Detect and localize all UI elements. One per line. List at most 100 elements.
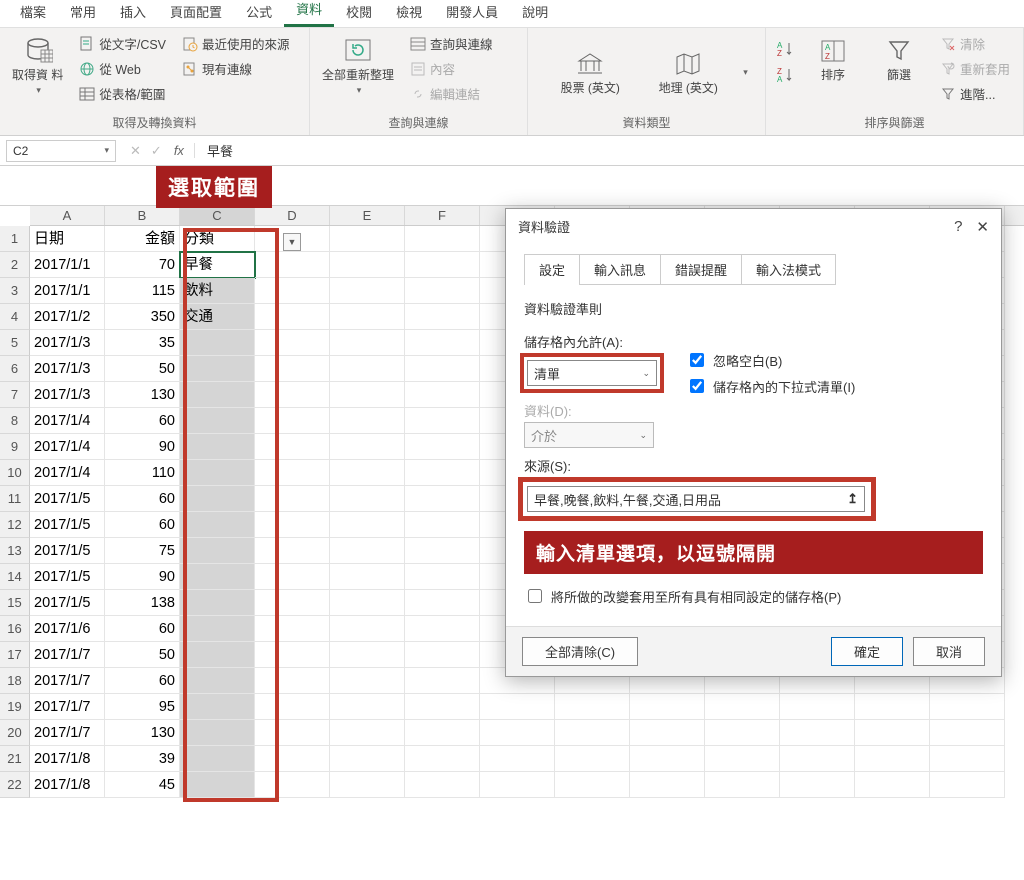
row-header[interactable]: 9 — [0, 434, 30, 460]
cell[interactable] — [255, 408, 330, 434]
cell[interactable]: 交通 — [180, 304, 255, 330]
cell[interactable] — [405, 304, 480, 330]
get-data-button[interactable]: 取得資 料 ▾ — [8, 32, 67, 99]
cell[interactable] — [255, 512, 330, 538]
cell[interactable] — [405, 616, 480, 642]
cell[interactable] — [180, 512, 255, 538]
clear-all-button[interactable]: 全部清除(C) — [522, 637, 638, 666]
cell[interactable]: 60 — [105, 486, 180, 512]
cell[interactable] — [255, 382, 330, 408]
filter-button[interactable]: 篩選 — [870, 32, 928, 86]
cell[interactable] — [330, 226, 405, 252]
cell[interactable] — [330, 616, 405, 642]
row-header[interactable]: 14 — [0, 564, 30, 590]
cell[interactable] — [180, 694, 255, 720]
cell[interactable] — [555, 746, 630, 772]
sort-desc-icon[interactable]: ZA — [774, 64, 796, 86]
ok-button[interactable]: 確定 — [831, 637, 903, 666]
cell[interactable]: 2017/1/8 — [30, 772, 105, 798]
cell[interactable] — [405, 694, 480, 720]
cell[interactable] — [330, 668, 405, 694]
row-header[interactable]: 17 — [0, 642, 30, 668]
cell[interactable] — [705, 694, 780, 720]
cell[interactable] — [705, 772, 780, 798]
column-header-B[interactable]: B — [105, 206, 180, 225]
cell[interactable]: 45 — [105, 772, 180, 798]
row-header[interactable]: 20 — [0, 720, 30, 746]
cell[interactable] — [330, 564, 405, 590]
cell[interactable] — [330, 408, 405, 434]
cell[interactable] — [255, 356, 330, 382]
cell[interactable] — [630, 772, 705, 798]
dialog-tab-ime-mode[interactable]: 輸入法模式 — [742, 255, 835, 284]
cell[interactable] — [630, 720, 705, 746]
row-header[interactable]: 5 — [0, 330, 30, 356]
cell[interactable]: 60 — [105, 408, 180, 434]
cell[interactable] — [405, 460, 480, 486]
cell[interactable] — [330, 720, 405, 746]
cell-dropdown-button[interactable]: ▼ — [283, 233, 301, 251]
cell[interactable]: 2017/1/6 — [30, 616, 105, 642]
cell[interactable] — [405, 668, 480, 694]
cell[interactable] — [255, 460, 330, 486]
cell[interactable] — [255, 720, 330, 746]
row-header[interactable]: 22 — [0, 772, 30, 798]
cell[interactable] — [180, 408, 255, 434]
cell[interactable] — [330, 642, 405, 668]
cell[interactable] — [405, 486, 480, 512]
cell[interactable] — [255, 486, 330, 512]
from-web-button[interactable]: 從 Web — [75, 57, 170, 80]
cell[interactable] — [330, 772, 405, 798]
cell[interactable] — [855, 720, 930, 746]
cell[interactable] — [180, 772, 255, 798]
row-header[interactable]: 2 — [0, 252, 30, 278]
cell[interactable] — [330, 356, 405, 382]
cell[interactable] — [330, 278, 405, 304]
cell[interactable]: 138 — [105, 590, 180, 616]
cell[interactable] — [330, 512, 405, 538]
cell[interactable] — [255, 252, 330, 278]
cell[interactable] — [780, 746, 855, 772]
dialog-tab-settings[interactable]: 設定 — [525, 255, 580, 284]
cell[interactable]: 130 — [105, 720, 180, 746]
cell[interactable] — [330, 434, 405, 460]
in-cell-dropdown-checkbox[interactable]: 儲存格內的下拉式清單(I) — [686, 376, 855, 396]
range-picker-icon[interactable]: ↥ — [847, 491, 858, 507]
row-header[interactable]: 7 — [0, 382, 30, 408]
cell[interactable] — [330, 590, 405, 616]
cell[interactable]: 2017/1/5 — [30, 564, 105, 590]
cell[interactable]: 90 — [105, 434, 180, 460]
tab-page-layout[interactable]: 頁面配置 — [158, 0, 234, 27]
cell[interactable] — [330, 304, 405, 330]
cell[interactable]: 70 — [105, 252, 180, 278]
chevron-down-icon[interactable]: ▾ — [743, 67, 748, 78]
row-header[interactable]: 16 — [0, 616, 30, 642]
cell[interactable] — [255, 278, 330, 304]
cell[interactable]: 110 — [105, 460, 180, 486]
cell[interactable] — [330, 382, 405, 408]
cell[interactable]: 2017/1/7 — [30, 642, 105, 668]
cell[interactable] — [555, 694, 630, 720]
advanced-filter-button[interactable]: 進階... — [936, 82, 1014, 105]
cell[interactable]: 115 — [105, 278, 180, 304]
cell[interactable] — [705, 720, 780, 746]
cell[interactable]: 50 — [105, 356, 180, 382]
cell[interactable] — [405, 356, 480, 382]
cell[interactable] — [330, 330, 405, 356]
cell[interactable]: 2017/1/4 — [30, 434, 105, 460]
cell[interactable] — [330, 538, 405, 564]
cell[interactable]: 2017/1/5 — [30, 590, 105, 616]
cell[interactable] — [255, 616, 330, 642]
cell[interactable] — [855, 772, 930, 798]
cell[interactable]: 金額 — [105, 226, 180, 252]
cell[interactable]: 2017/1/4 — [30, 460, 105, 486]
cell[interactable] — [480, 694, 555, 720]
tab-review[interactable]: 校閱 — [334, 0, 384, 27]
cell[interactable] — [405, 720, 480, 746]
row-header[interactable]: 10 — [0, 460, 30, 486]
row-header[interactable]: 12 — [0, 512, 30, 538]
cell[interactable] — [930, 694, 1005, 720]
cell[interactable]: 2017/1/2 — [30, 304, 105, 330]
cell[interactable] — [180, 746, 255, 772]
cell[interactable] — [255, 746, 330, 772]
